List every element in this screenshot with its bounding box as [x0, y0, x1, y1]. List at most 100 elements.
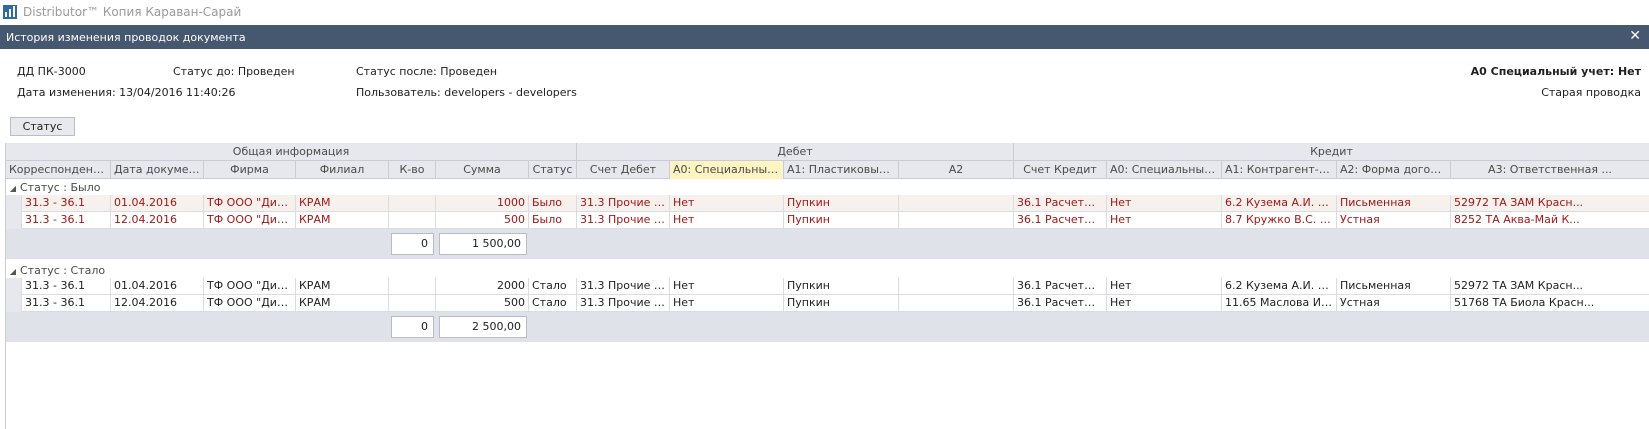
table-cell: 2000: [436, 278, 529, 295]
table-cell: 52972 ТА ЗАМ Красн...: [1451, 195, 1649, 212]
table-cell: 01.04.2016: [111, 195, 204, 212]
user: Пользователь: developers - developers: [356, 86, 577, 99]
column-header[interactable]: Статус: [529, 161, 577, 179]
table-cell: 51768 ТА Биола Красн...: [1451, 295, 1649, 312]
table-row[interactable]: 31.3 - 36.112.04.2016ТФ ООО "Дистр...КРА…: [6, 295, 1649, 312]
table-cell: 01.04.2016: [111, 278, 204, 295]
table-cell: 31.3 Прочие сч...: [577, 195, 670, 212]
app-title: Distributor™ Копия Караван-Сарай: [23, 4, 242, 19]
table-cell: 36.1 Расчеты с ...: [1014, 212, 1107, 229]
table-cell: Пупкин: [784, 295, 899, 312]
column-header[interactable]: К-во: [389, 161, 436, 179]
status-button[interactable]: Статус: [10, 117, 75, 136]
band-header: Общая информация: [6, 143, 577, 161]
postings-grid: Общая информация Дебет Кредит Корреспонденц…: [5, 143, 1649, 429]
total-sum: 2 500,00: [439, 316, 527, 338]
table-cell: Стало: [529, 278, 577, 295]
table-cell: КРАМ: [296, 212, 389, 229]
table-cell: 31.3 - 36.1: [22, 278, 111, 295]
old-posting-label: Старая проводка: [1541, 86, 1641, 99]
special-accounting: А0 Специальный учет: Нет: [1470, 65, 1641, 78]
band-header: Кредит: [1014, 143, 1649, 161]
table-cell: Устная: [1337, 212, 1451, 229]
table-cell: 36.1 Расчеты с ...: [1014, 195, 1107, 212]
table-cell: 31.3 Прочие сч...: [577, 295, 670, 312]
column-header[interactable]: А0: Специальный учет: [670, 161, 784, 179]
table-cell: [389, 195, 436, 212]
column-header[interactable]: Филиал: [296, 161, 389, 179]
table-cell: 8252 ТА Аква-Май К...: [1451, 212, 1649, 229]
table-cell: КРАМ: [296, 295, 389, 312]
table-row[interactable]: 31.3 - 36.101.04.2016ТФ ООО "Дистр...КРА…: [6, 195, 1649, 212]
column-header[interactable]: Сумма: [436, 161, 529, 179]
table-cell: [389, 278, 436, 295]
row-indent: [6, 278, 22, 295]
table-cell: 36.1 Расчеты с ...: [1014, 295, 1107, 312]
table-cell: 31.3 - 36.1: [22, 195, 111, 212]
row-indent: [6, 212, 22, 229]
table-cell: ТФ ООО "Дистр...: [204, 195, 296, 212]
table-cell: КРАМ: [296, 278, 389, 295]
table-cell: [899, 295, 1014, 312]
table-cell: Письменная: [1337, 195, 1451, 212]
table-cell: [899, 195, 1014, 212]
table-cell: Нет: [670, 278, 784, 295]
row-indent: [6, 295, 22, 312]
band-header: Дебет: [577, 143, 1014, 161]
table-cell: 52972 ТА ЗАМ Красн...: [1451, 278, 1649, 295]
table-cell: Пупкин: [784, 278, 899, 295]
app-titlebar: Distributor™ Копия Караван-Сарай: [0, 0, 1649, 23]
status-before: Статус до: Проведен: [173, 65, 295, 78]
table-cell: [389, 212, 436, 229]
column-header[interactable]: Счет Дебет: [577, 161, 670, 179]
table-cell: [389, 295, 436, 312]
table-cell: 31.3 Прочие сч...: [577, 212, 670, 229]
group-row[interactable]: ◢ Статус : Было: [6, 180, 1649, 196]
table-cell: Было: [529, 212, 577, 229]
group-row[interactable]: ◢ Статус : Стало: [6, 263, 1649, 279]
column-header[interactable]: А2: Форма договоре...: [1337, 161, 1451, 179]
table-cell: 1000: [436, 195, 529, 212]
total-qty: 0: [391, 233, 434, 255]
doc-number: ДД ПК-3000: [17, 65, 86, 78]
table-cell: Пупкин: [784, 212, 899, 229]
table-cell: 31.3 Прочие сч...: [577, 278, 670, 295]
table-cell: 6.2 Кузема А.И. СП...: [1222, 195, 1337, 212]
column-header[interactable]: Корреспонденция ...: [6, 161, 111, 179]
group-footer: 02 500,00: [6, 312, 1649, 342]
total-qty: 0: [391, 316, 434, 338]
group-label: Статус : Было: [20, 181, 101, 194]
column-header[interactable]: Дата документа: [111, 161, 204, 179]
dialog-titlebar: История изменения проводок документа ✕: [0, 25, 1649, 49]
column-header[interactable]: А1: Контрагент-Кли...: [1222, 161, 1337, 179]
table-cell: 6.2 Кузема А.И. СП...: [1222, 278, 1337, 295]
table-cell: 12.04.2016: [111, 212, 204, 229]
column-header[interactable]: А0: Специальный учет: [1107, 161, 1222, 179]
dialog-title: История изменения проводок документа: [6, 30, 246, 44]
column-header-row: Корреспонденция ...Дата документаФирмаФи…: [6, 161, 1649, 179]
table-cell: 31.3 - 36.1: [22, 295, 111, 312]
column-header[interactable]: Фирма: [204, 161, 296, 179]
table-cell: Нет: [670, 195, 784, 212]
status-after: Статус после: Проведен: [356, 65, 498, 78]
table-cell: Было: [529, 195, 577, 212]
table-cell: 500: [436, 295, 529, 312]
table-cell: 12.04.2016: [111, 295, 204, 312]
band-header-row: Общая информация Дебет Кредит: [6, 143, 1649, 161]
table-cell: Письменная: [1337, 278, 1451, 295]
column-header[interactable]: Счет Кредит: [1014, 161, 1107, 179]
column-header[interactable]: А3: Ответственная ...: [1451, 161, 1649, 179]
column-header[interactable]: А1: Пластиковые ка...: [784, 161, 899, 179]
table-cell: Нет: [670, 212, 784, 229]
table-cell: ТФ ООО "Дистр...: [204, 295, 296, 312]
table-cell: Стало: [529, 295, 577, 312]
table-cell: КРАМ: [296, 195, 389, 212]
total-sum: 1 500,00: [439, 233, 527, 255]
close-icon[interactable]: ✕: [1629, 28, 1641, 44]
table-cell: 31.3 - 36.1: [22, 212, 111, 229]
table-cell: Нет: [1107, 278, 1222, 295]
column-header[interactable]: А2: [899, 161, 1014, 179]
table-row[interactable]: 31.3 - 36.101.04.2016ТФ ООО "Дистр...КРА…: [6, 278, 1649, 295]
table-row[interactable]: 31.3 - 36.112.04.2016ТФ ООО "Дистр...КРА…: [6, 212, 1649, 229]
table-cell: Нет: [1107, 212, 1222, 229]
